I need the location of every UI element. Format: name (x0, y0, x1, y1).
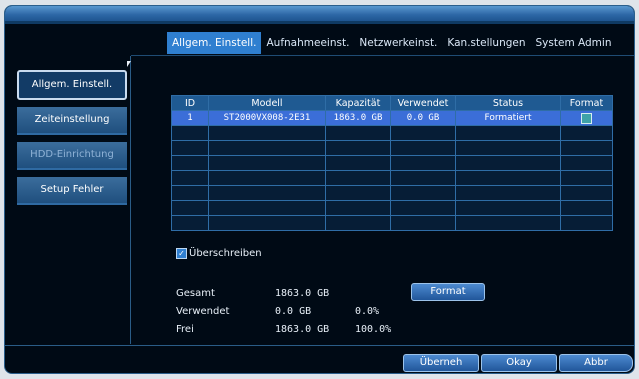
tab-network-settings[interactable]: Netzwerkeinst. (354, 32, 442, 54)
format-checkbox[interactable] (581, 112, 592, 124)
column-header-capacity: Kapazität (325, 95, 391, 111)
table-row-empty (171, 155, 613, 171)
table-row-empty (171, 140, 613, 156)
table-row[interactable]: 1 ST2000VX008-2E31 1863.0 GB 0.0 GB Form… (171, 110, 613, 126)
cancel-button[interactable]: Abbr (559, 354, 633, 372)
used-percent: 0.0% (355, 306, 380, 317)
column-header-used: Verwendet (390, 95, 456, 111)
overwrite-label: Überschreiben (189, 248, 262, 259)
table-header-row: ID Modell Kapazität Verwendet Status For… (171, 95, 613, 111)
cell-model: ST2000VX008-2E31 (208, 110, 326, 126)
used-value: 0.0 GB (275, 306, 312, 317)
tab-recording-settings[interactable]: Aufnahmeeinst. (261, 32, 354, 54)
column-header-status: Status (455, 95, 561, 111)
tab-general-settings[interactable]: Allgem. Einstell. (167, 32, 262, 54)
table-row-empty (171, 170, 613, 186)
overwrite-option[interactable]: ✓ Überschreiben (176, 248, 262, 259)
tab-system-admin[interactable]: System Admin (531, 32, 617, 54)
cell-status: Formatiert (455, 110, 561, 126)
column-header-model: Modell (208, 95, 326, 111)
format-button[interactable]: Format (411, 283, 485, 301)
column-header-id: ID (171, 95, 209, 111)
sidebar-item-time-settings[interactable]: Zeiteinstellung (17, 107, 127, 135)
table-row-empty (171, 185, 613, 201)
table-row-empty (171, 200, 613, 216)
total-label: Gesamt (176, 288, 215, 299)
mouse-pointer-icon (127, 61, 131, 67)
footer-divider (5, 345, 634, 346)
apply-button[interactable]: Überneh (403, 354, 479, 372)
title-underline (5, 21, 634, 24)
cell-format (560, 110, 613, 126)
ok-button[interactable]: Okay (481, 354, 557, 372)
total-value: 1863.0 GB (275, 288, 330, 299)
overwrite-checkbox[interactable]: ✓ (176, 248, 187, 259)
free-value: 1863.0 GB (275, 324, 330, 335)
free-percent: 100.0% (355, 324, 392, 335)
table-row-empty (171, 215, 613, 231)
top-tabs: Allgem. Einstell. Aufnahmeeinst. Netzwer… (167, 32, 616, 54)
sidebar: Allgem. Einstell. Zeiteinstellung HDD-Ei… (17, 70, 127, 212)
title-bar (5, 6, 634, 21)
used-label: Verwendet (176, 306, 230, 317)
dvr-settings-window: Allgem. Einstell. Aufnahmeeinst. Netzwer… (4, 5, 635, 374)
cell-used: 0.0 GB (390, 110, 456, 126)
sidebar-item-general-settings[interactable]: Allgem. Einstell. (17, 70, 127, 100)
content-divider (131, 55, 634, 56)
sidebar-item-hdd-setup[interactable]: HDD-Einrichtung (17, 142, 127, 170)
sidebar-divider (130, 56, 131, 344)
cell-id: 1 (171, 110, 209, 126)
column-header-format: Format (560, 95, 613, 111)
cell-capacity: 1863.0 GB (325, 110, 391, 126)
free-label: Frei (176, 324, 194, 335)
tab-channel-settings[interactable]: Kan.stellungen (442, 32, 530, 54)
sidebar-item-setup-error[interactable]: Setup Fehler (17, 177, 127, 205)
hdd-table: ID Modell Kapazität Verwendet Status For… (171, 95, 613, 231)
table-row-empty (171, 125, 613, 141)
